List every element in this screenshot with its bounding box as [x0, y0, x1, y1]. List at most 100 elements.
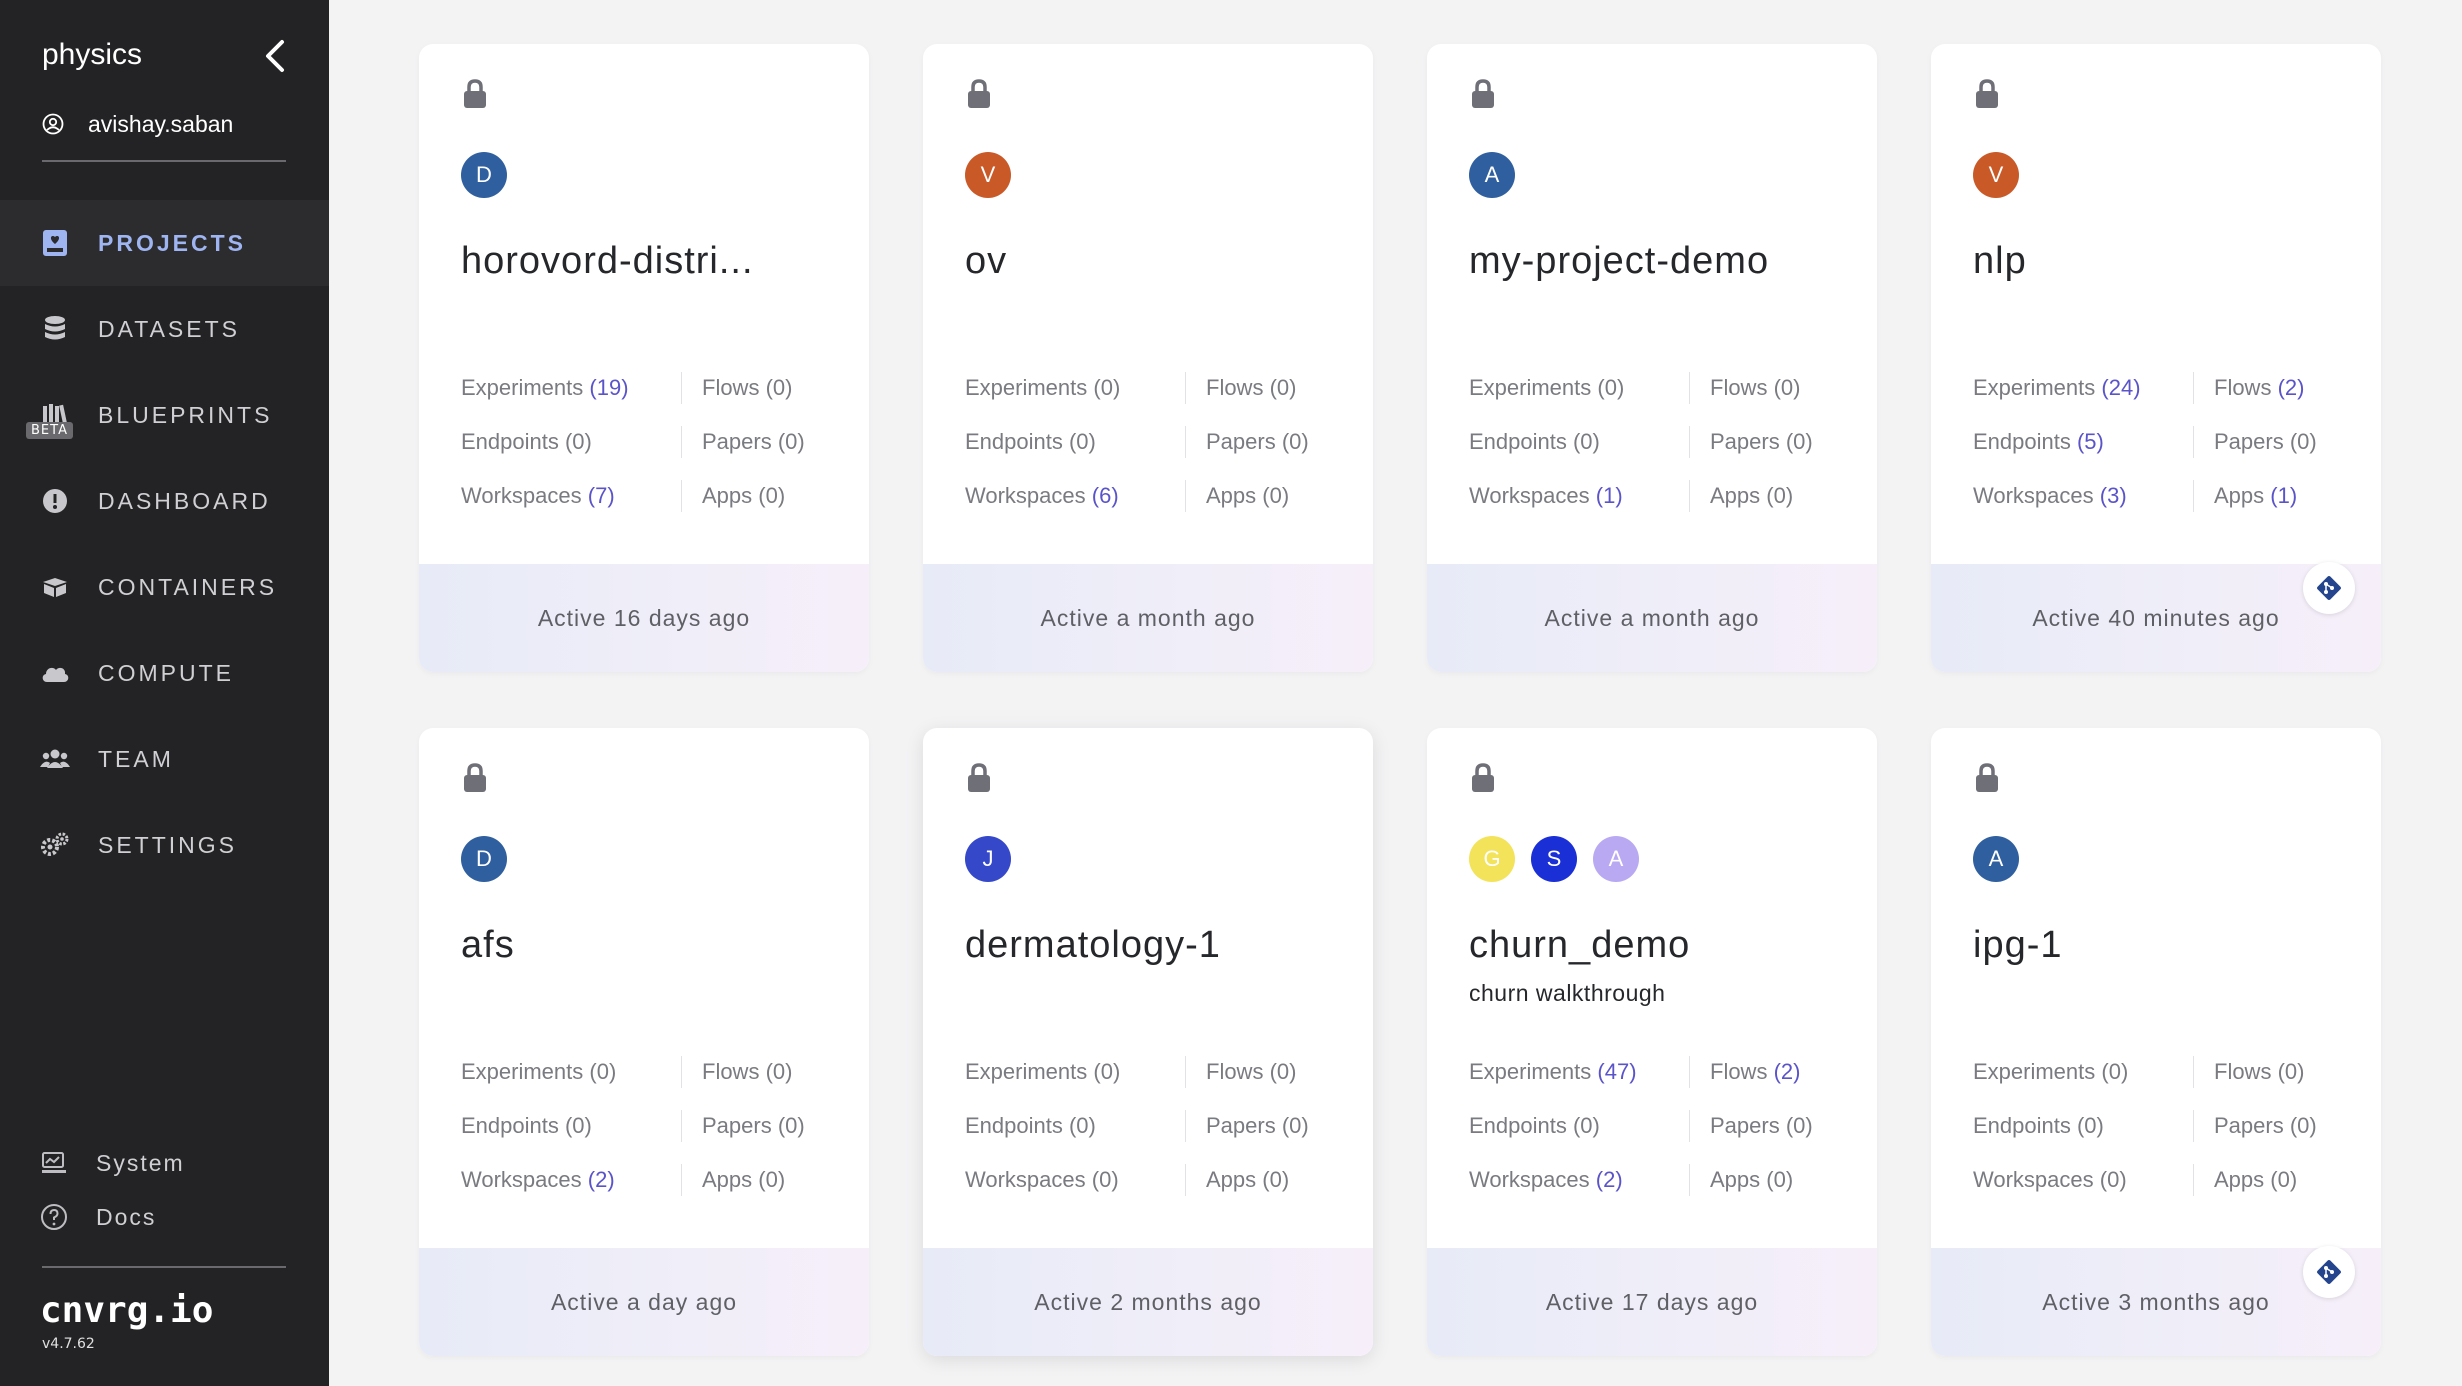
member-avatar[interactable]: V: [965, 152, 1011, 198]
member-avatar[interactable]: D: [461, 152, 507, 198]
stat-experiments[interactable]: Experiments (0): [965, 1056, 1185, 1088]
stat-count: (3): [2099, 483, 2127, 508]
stat-experiments[interactable]: Experiments (0): [461, 1056, 681, 1088]
user-menu[interactable]: avishay.saban: [42, 108, 233, 140]
git-icon[interactable]: [2303, 562, 2355, 614]
stat-workspaces[interactable]: Workspaces (0): [965, 1164, 1185, 1196]
card-body[interactable]: A ipg-1 Experiments (0) Flows (0) Endpoint…: [1931, 728, 2381, 1356]
project-card[interactable]: GSA churn_demo churn walkthrough Experim…: [1427, 728, 1877, 1358]
stat-workspaces[interactable]: Workspaces (3): [1973, 480, 2193, 512]
project-card[interactable]: D afs Experiments (0) Flows (0) Endpoints …: [419, 728, 869, 1358]
nav-team[interactable]: TEAM: [0, 716, 329, 802]
stat-papers[interactable]: Papers (0): [1185, 1110, 1345, 1142]
stat-flows[interactable]: Flows (0): [1689, 372, 1849, 404]
stat-endpoints[interactable]: Endpoints (0): [1469, 1110, 1689, 1142]
stat-flows[interactable]: Flows (0): [1185, 372, 1345, 404]
stat-apps[interactable]: Apps (0): [1185, 480, 1345, 512]
nav-compute[interactable]: COMPUTE: [0, 630, 329, 716]
member-avatar[interactable]: J: [965, 836, 1011, 882]
stat-workspaces[interactable]: Workspaces (0): [1973, 1164, 2193, 1196]
stat-workspaces[interactable]: Workspaces (2): [1469, 1164, 1689, 1196]
stat-endpoints[interactable]: Endpoints (0): [461, 426, 681, 458]
project-title[interactable]: dermatology-1: [965, 924, 1221, 967]
stat-endpoints[interactable]: Endpoints (0): [965, 1110, 1185, 1142]
stat-endpoints[interactable]: Endpoints (5): [1973, 426, 2193, 458]
stat-experiments[interactable]: Experiments (19): [461, 372, 681, 404]
stat-papers[interactable]: Papers (0): [2193, 426, 2353, 458]
stat-flows[interactable]: Flows (0): [681, 372, 841, 404]
stat-flows[interactable]: Flows (0): [1185, 1056, 1345, 1088]
project-card[interactable]: A my-project-demo Experiments (0) Flows (…: [1427, 44, 1877, 674]
card-body[interactable]: V nlp Experiments (24) Flows (2) Endpoints…: [1931, 44, 2381, 672]
project-card[interactable]: A ipg-1 Experiments (0) Flows (0) Endpoint…: [1931, 728, 2381, 1358]
project-card[interactable]: D horovord-distri... Experiments (19) Flo…: [419, 44, 869, 674]
member-avatar[interactable]: G: [1469, 836, 1515, 882]
stat-endpoints[interactable]: Endpoints (0): [461, 1110, 681, 1142]
member-avatar[interactable]: D: [461, 836, 507, 882]
card-body[interactable]: D horovord-distri... Experiments (19) Flo…: [419, 44, 869, 672]
project-title[interactable]: horovord-distri...: [461, 240, 754, 283]
nav-dashboard[interactable]: DASHBOARD: [0, 458, 329, 544]
stat-experiments[interactable]: Experiments (0): [1469, 372, 1689, 404]
stat-papers[interactable]: Papers (0): [681, 1110, 841, 1142]
member-avatar[interactable]: S: [1531, 836, 1577, 882]
stat-apps[interactable]: Apps (0): [1185, 1164, 1345, 1196]
stat-apps[interactable]: Apps (0): [681, 1164, 841, 1196]
card-body[interactable]: D afs Experiments (0) Flows (0) Endpoints …: [419, 728, 869, 1356]
member-avatar[interactable]: A: [1593, 836, 1639, 882]
member-avatar[interactable]: A: [1973, 836, 2019, 882]
git-icon[interactable]: [2303, 1246, 2355, 1298]
stat-papers[interactable]: Papers (0): [1689, 1110, 1849, 1142]
nav-docs[interactable]: Docs: [40, 1190, 185, 1244]
stat-endpoints[interactable]: Endpoints (0): [1469, 426, 1689, 458]
member-avatar[interactable]: A: [1469, 152, 1515, 198]
stat-flows[interactable]: Flows (0): [681, 1056, 841, 1088]
stat-experiments[interactable]: Experiments (0): [965, 372, 1185, 404]
stat-workspaces[interactable]: Workspaces (7): [461, 480, 681, 512]
project-title[interactable]: ipg-1: [1973, 924, 2063, 967]
project-card[interactable]: J dermatology-1 Experiments (0) Flows (0)…: [923, 728, 1373, 1358]
nav-datasets[interactable]: DATASETS: [0, 286, 329, 372]
card-body[interactable]: GSA churn_demo churn walkthrough Experim…: [1427, 728, 1877, 1356]
stat-apps[interactable]: Apps (0): [681, 480, 841, 512]
stat-experiments[interactable]: Experiments (47): [1469, 1056, 1689, 1088]
stat-endpoints[interactable]: Endpoints (0): [1973, 1110, 2193, 1142]
stat-flows[interactable]: Flows (2): [1689, 1056, 1849, 1088]
stat-papers[interactable]: Papers (0): [2193, 1110, 2353, 1142]
stat-apps[interactable]: Apps (0): [1689, 1164, 1849, 1196]
project-title[interactable]: churn_demo: [1469, 924, 1690, 967]
stat-papers[interactable]: Papers (0): [681, 426, 841, 458]
stat-experiments[interactable]: Experiments (0): [1973, 1056, 2193, 1088]
project-card[interactable]: V ov Experiments (0) Flows (0) Endpoints (…: [923, 44, 1373, 674]
project-card[interactable]: V nlp Experiments (24) Flows (2) Endpoints…: [1931, 44, 2381, 674]
nav-blueprints[interactable]: BLUEPRINTS BETA: [0, 372, 329, 458]
stat-papers[interactable]: Papers (0): [1185, 426, 1345, 458]
stat-flows[interactable]: Flows (2): [2193, 372, 2353, 404]
stat-apps[interactable]: Apps (1): [2193, 480, 2353, 512]
stat-label: Flows: [1206, 1059, 1264, 1084]
project-title[interactable]: my-project-demo: [1469, 240, 1769, 283]
nav-containers[interactable]: CONTAINERS: [0, 544, 329, 630]
org-name[interactable]: physics: [42, 38, 142, 72]
stat-workspaces[interactable]: Workspaces (2): [461, 1164, 681, 1196]
stat-workspaces[interactable]: Workspaces (6): [965, 480, 1185, 512]
project-title[interactable]: ov: [965, 240, 1007, 283]
stat-workspaces[interactable]: Workspaces (1): [1469, 480, 1689, 512]
stat-apps[interactable]: Apps (0): [2193, 1164, 2353, 1196]
project-title[interactable]: afs: [461, 924, 515, 967]
nav-projects[interactable]: PROJECTS: [0, 200, 329, 286]
member-avatar[interactable]: V: [1973, 152, 2019, 198]
project-title[interactable]: nlp: [1973, 240, 2027, 283]
stat-apps[interactable]: Apps (0): [1689, 480, 1849, 512]
stat-count: (0): [1269, 1059, 1297, 1084]
stat-endpoints[interactable]: Endpoints (0): [965, 426, 1185, 458]
nav-system[interactable]: System: [40, 1136, 185, 1190]
card-body[interactable]: A my-project-demo Experiments (0) Flows (…: [1427, 44, 1877, 672]
card-body[interactable]: J dermatology-1 Experiments (0) Flows (0)…: [923, 728, 1373, 1356]
card-body[interactable]: V ov Experiments (0) Flows (0) Endpoints (…: [923, 44, 1373, 672]
nav-settings[interactable]: SETTINGS: [0, 802, 329, 888]
stat-flows[interactable]: Flows (0): [2193, 1056, 2353, 1088]
stat-experiments[interactable]: Experiments (24): [1973, 372, 2193, 404]
stat-papers[interactable]: Papers (0): [1689, 426, 1849, 458]
collapse-sidebar-icon[interactable]: [258, 36, 292, 76]
